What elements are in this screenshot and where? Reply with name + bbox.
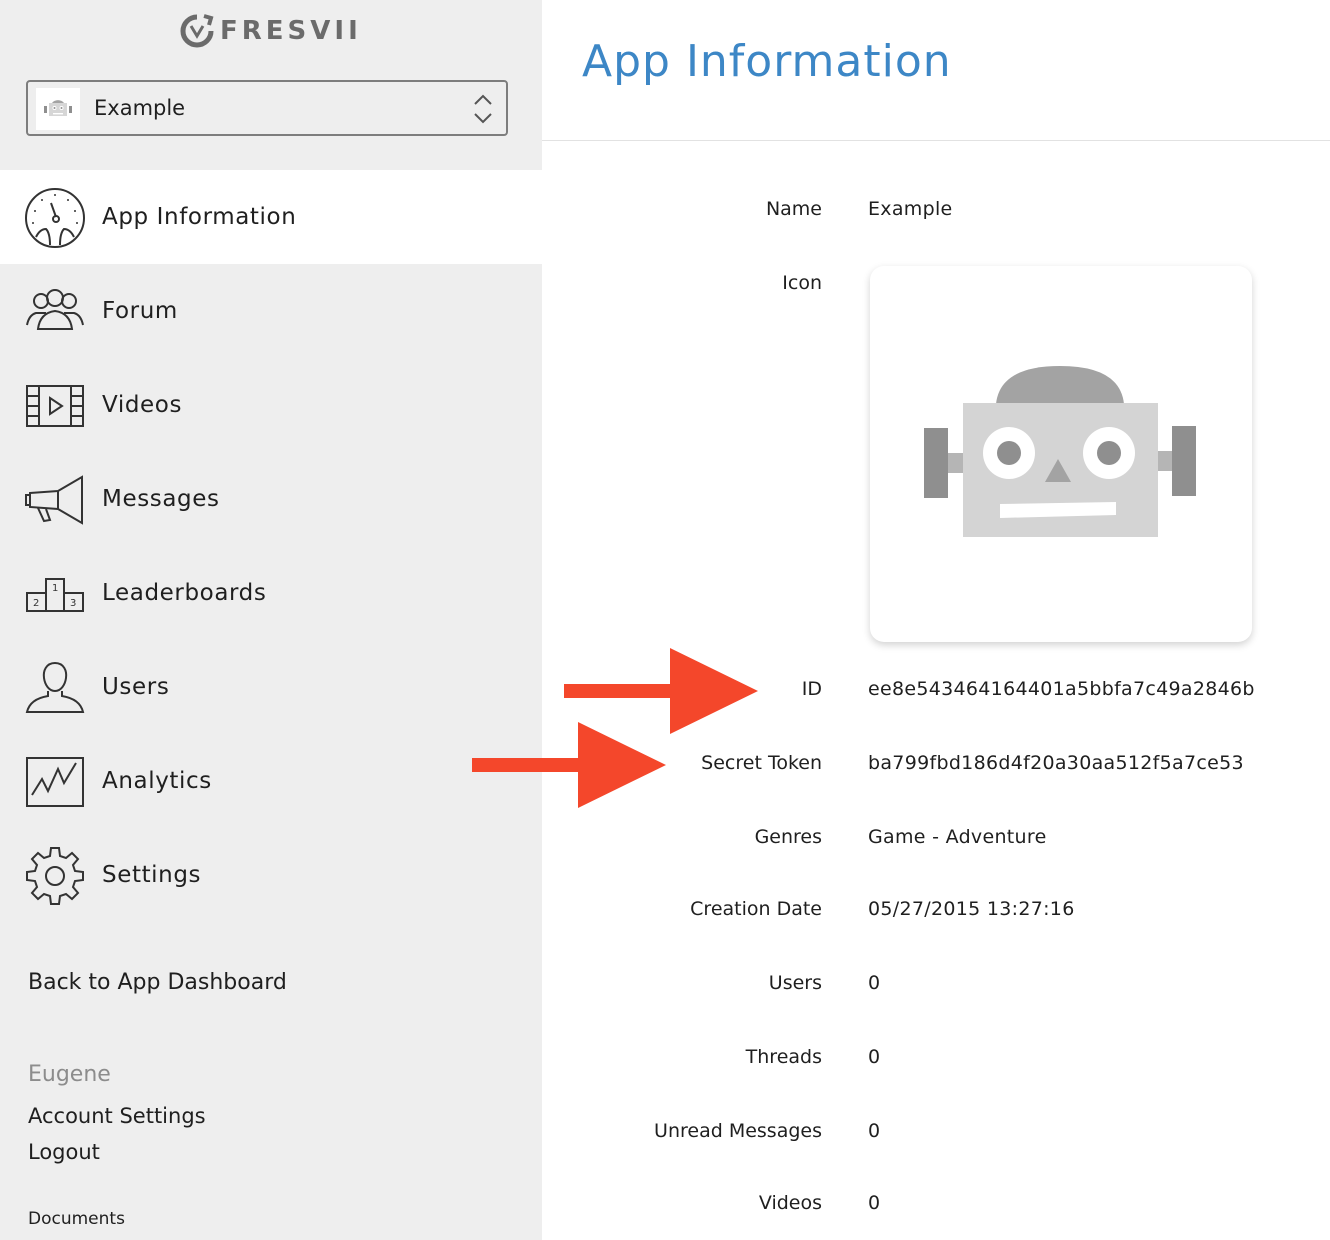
chart-icon bbox=[26, 757, 84, 807]
sidebar-nav: App Information Forum Videos Messages 1 … bbox=[0, 170, 542, 922]
id-label: ID bbox=[801, 678, 822, 700]
robot-icon bbox=[44, 100, 72, 116]
sidebar-item-label: Users bbox=[102, 674, 170, 700]
svg-text:2: 2 bbox=[33, 598, 39, 609]
dashboard-icon bbox=[25, 188, 85, 248]
svg-text:3: 3 bbox=[70, 598, 76, 609]
account-settings-link[interactable]: Account Settings bbox=[28, 1104, 206, 1128]
creation-date-value: 05/27/2015 13:27:16 bbox=[868, 898, 1075, 920]
podium-icon: 1 2 3 bbox=[26, 578, 84, 612]
unread-messages-value: 0 bbox=[868, 1120, 881, 1142]
threads-count-value: 0 bbox=[868, 1046, 881, 1068]
sidebar-item-users[interactable]: Users bbox=[0, 640, 542, 734]
secret-token-value: ba799fbd186d4f20a30aa512f5a7ce53 bbox=[868, 752, 1244, 774]
videos-count-label: Videos bbox=[758, 1192, 822, 1214]
annotation-arrow-icon bbox=[472, 722, 666, 808]
sidebar-item-leaderboards[interactable]: 1 2 3 Leaderboards bbox=[0, 546, 542, 640]
sidebar-item-label: App Information bbox=[102, 204, 297, 230]
name-value: Example bbox=[868, 198, 953, 220]
genres-label: Genres bbox=[754, 826, 822, 848]
threads-count-label: Threads bbox=[745, 1046, 822, 1068]
secret-token-label: Secret Token bbox=[701, 752, 822, 774]
genres-value: Game - Adventure bbox=[868, 826, 1047, 848]
sidebar-item-forum[interactable]: Forum bbox=[0, 264, 542, 358]
chevron-updown-icon bbox=[474, 94, 492, 124]
id-value: ee8e543464164401a5bbfa7c49a2846b bbox=[868, 678, 1255, 700]
sidebar-item-settings[interactable]: Settings bbox=[0, 828, 542, 922]
sidebar-item-analytics[interactable]: Analytics bbox=[0, 734, 542, 828]
username-label: Eugene bbox=[28, 1062, 111, 1087]
sidebar-item-label: Messages bbox=[102, 486, 220, 512]
back-to-dashboard-link[interactable]: Back to App Dashboard bbox=[28, 970, 287, 995]
gear-icon bbox=[26, 847, 84, 905]
sidebar-item-app-information[interactable]: App Information bbox=[0, 170, 542, 264]
sidebar-item-label: Analytics bbox=[102, 768, 212, 794]
users-group-icon bbox=[26, 289, 84, 330]
robot-icon bbox=[924, 366, 1196, 537]
video-icon bbox=[26, 385, 84, 427]
brand-logo[interactable]: FRESVII bbox=[180, 14, 362, 48]
page-title: App Information bbox=[582, 36, 952, 87]
name-label: Name bbox=[765, 198, 822, 220]
creation-date-label: Creation Date bbox=[690, 898, 822, 920]
app-thumbnail bbox=[36, 88, 80, 130]
logout-link[interactable]: Logout bbox=[28, 1140, 100, 1164]
unread-messages-label: Unread Messages bbox=[654, 1120, 822, 1142]
documents-link[interactable]: Documents bbox=[28, 1209, 125, 1229]
svg-text:1: 1 bbox=[52, 583, 58, 594]
brand-name: FRESVII bbox=[220, 16, 362, 46]
app-selector-value: Example bbox=[94, 96, 186, 120]
fresvii-logo-icon bbox=[180, 14, 214, 48]
sidebar-item-label: Settings bbox=[102, 862, 202, 888]
sidebar-item-videos[interactable]: Videos bbox=[0, 358, 542, 452]
users-count-label: Users bbox=[768, 972, 822, 994]
app-selector[interactable]: Example bbox=[26, 80, 508, 136]
megaphone-icon bbox=[25, 475, 83, 525]
app-icon-card bbox=[870, 266, 1252, 642]
users-count-value: 0 bbox=[868, 972, 881, 994]
icon-label: Icon bbox=[782, 272, 822, 294]
sidebar-item-messages[interactable]: Messages bbox=[0, 452, 542, 546]
sidebar-item-label: Forum bbox=[102, 298, 178, 324]
videos-count-value: 0 bbox=[868, 1192, 881, 1214]
sidebar: FRESVII Example App Information Forum Vi… bbox=[0, 0, 542, 1240]
header-divider bbox=[542, 140, 1330, 141]
user-icon bbox=[25, 661, 85, 713]
sidebar-item-label: Videos bbox=[102, 392, 183, 418]
sidebar-item-label: Leaderboards bbox=[102, 580, 267, 606]
